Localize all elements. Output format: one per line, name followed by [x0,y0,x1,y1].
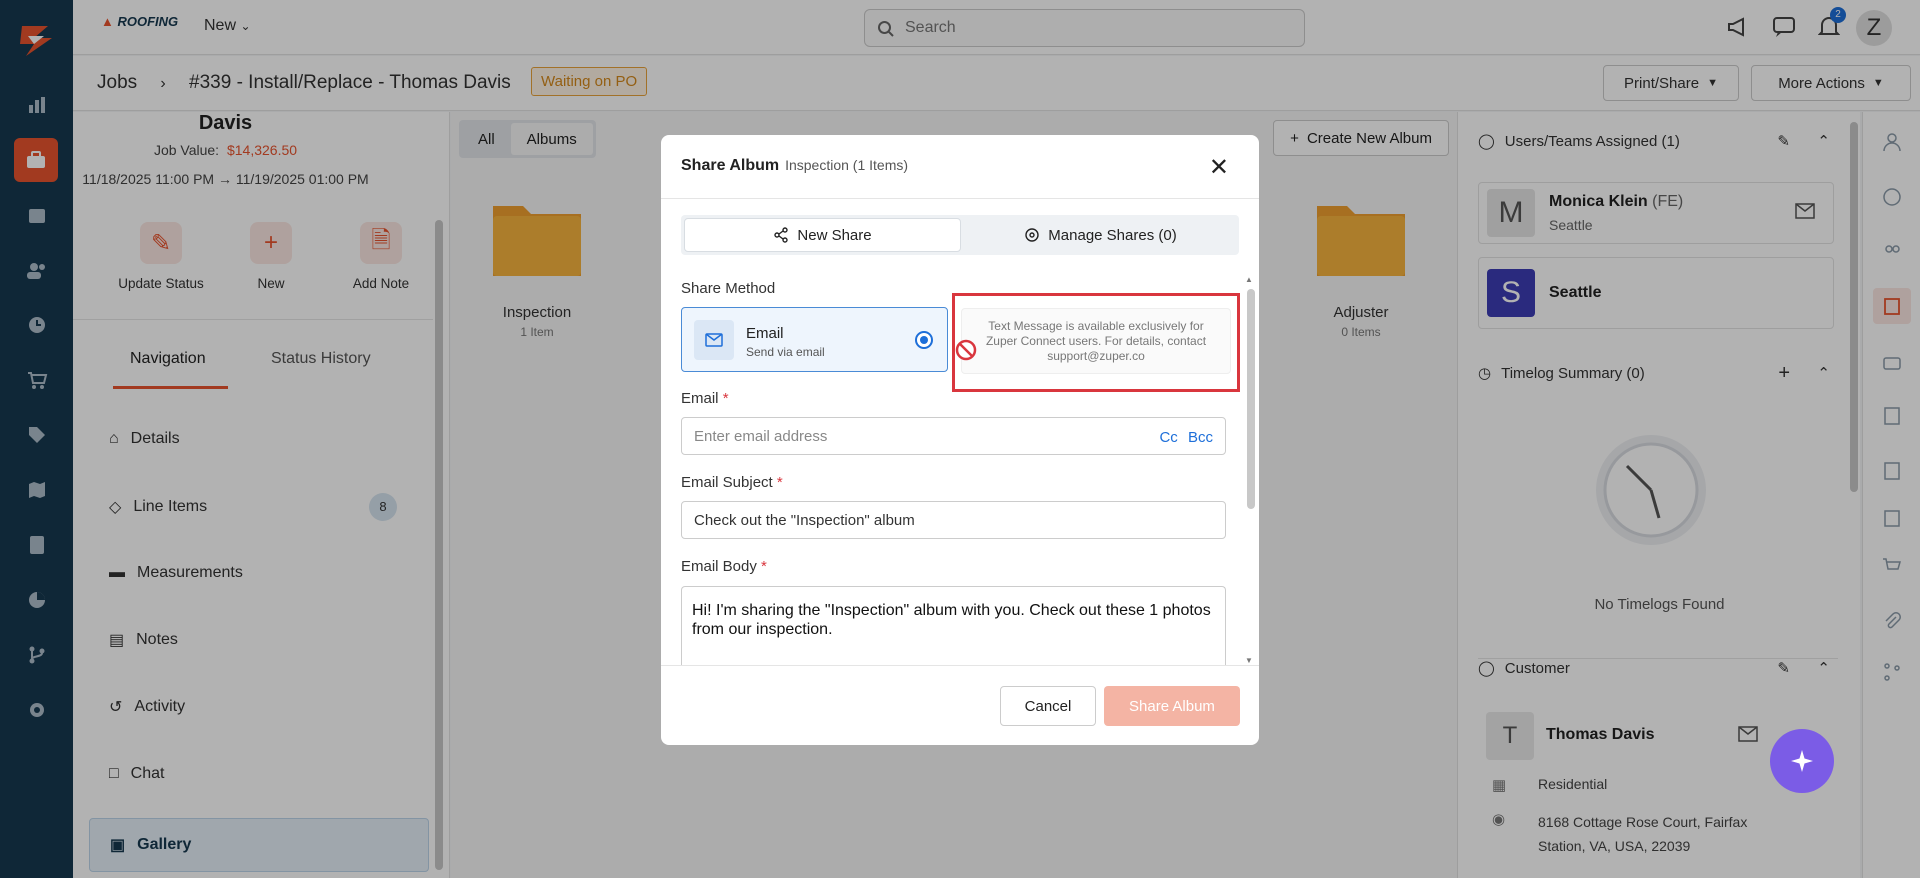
modal-subtitle: Inspection (1 Items) [785,157,909,173]
email-subject-input[interactable]: Check out the "Inspection" album [681,501,1226,539]
cancel-button[interactable]: Cancel [1000,686,1096,726]
email-option-title: Email [746,325,784,342]
share-album-button[interactable]: Share Album [1104,686,1240,726]
modal-scrollbar[interactable]: ▲ ▼ [1245,275,1257,665]
email-body-textarea[interactable]: Hi! I'm sharing the "Inspection" album w… [681,586,1226,666]
sparkle-icon [1791,750,1813,772]
ai-assistant-button[interactable] [1770,729,1834,793]
not-allowed-icon [955,339,977,361]
sms-unavailable-highlight: Text Message is available exclusively fo… [952,293,1240,392]
gear-icon [1025,228,1039,242]
share-tabs: New Share Manage Shares (0) [681,215,1239,255]
email-option-subtitle: Send via email [746,345,825,359]
cc-bcc-links: Cc Bcc [1159,429,1213,446]
mail-icon [694,320,734,360]
email-radio[interactable] [915,331,933,349]
close-icon[interactable]: ✕ [1209,153,1229,182]
share-icon [774,227,789,243]
share-method-email-option[interactable]: Email Send via email [681,307,948,372]
tab-manage-shares[interactable]: Manage Shares (0) [962,218,1239,252]
modal-header: Share Album Inspection (1 Items) ✕ [661,135,1259,199]
email-label: Email * [681,390,729,407]
tab-new-share[interactable]: New Share [684,218,961,252]
email-subject-label: Email Subject * [681,474,783,491]
modal-title: Share Album Inspection (1 Items) [681,157,909,174]
modal-footer: Cancel Share Album [661,665,1259,745]
email-input[interactable]: Enter email address Cc Bcc [681,417,1226,455]
share-method-label: Share Method [681,280,776,297]
cc-link[interactable]: Cc [1159,429,1177,446]
bcc-link[interactable]: Bcc [1188,429,1213,446]
share-album-modal: Share Album Inspection (1 Items) ✕ New Sh… [661,135,1259,745]
sms-option-disabled: Text Message is available exclusively fo… [961,308,1231,374]
email-body-label: Email Body * [681,558,767,575]
